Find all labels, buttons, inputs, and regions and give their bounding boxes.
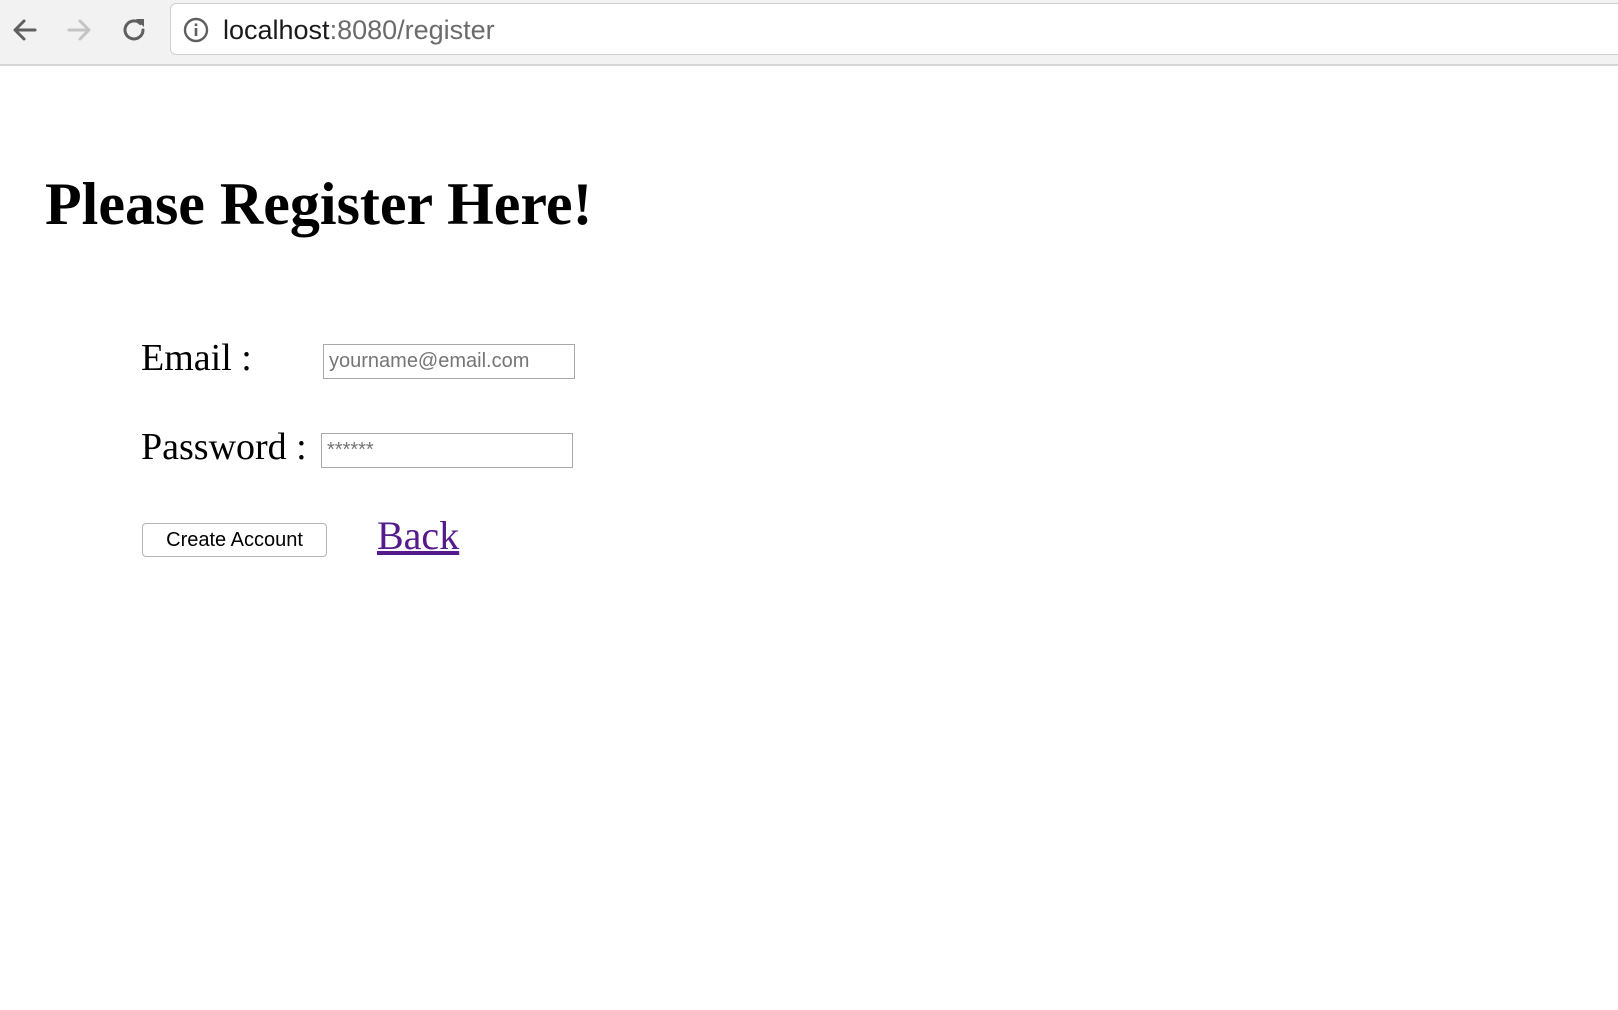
page-content: Please Register Here! Email : Password :…: [0, 66, 1618, 1010]
password-input[interactable]: [321, 433, 573, 468]
page-title: Please Register Here!: [45, 171, 593, 237]
browser-toolbar: localhost:8080/register: [0, 0, 1618, 66]
arrow-left-icon: [13, 19, 37, 41]
arrow-right-icon: [67, 19, 91, 41]
email-label: Email :: [141, 337, 252, 379]
url-host: localhost: [223, 15, 330, 45]
url-path: :8080/register: [329, 15, 495, 45]
back-link[interactable]: Back: [377, 512, 459, 560]
email-input[interactable]: [323, 344, 575, 379]
url-text[interactable]: localhost:8080/register: [223, 14, 495, 46]
browser-forward-button[interactable]: [59, 10, 99, 50]
password-label: Password :: [141, 426, 307, 468]
browser-reload-button[interactable]: [114, 10, 154, 50]
reload-icon: [123, 19, 145, 41]
create-account-button[interactable]: Create Account: [142, 523, 327, 557]
address-bar[interactable]: localhost:8080/register: [170, 3, 1618, 55]
info-icon[interactable]: [183, 17, 209, 43]
browser-back-button[interactable]: [5, 10, 45, 50]
